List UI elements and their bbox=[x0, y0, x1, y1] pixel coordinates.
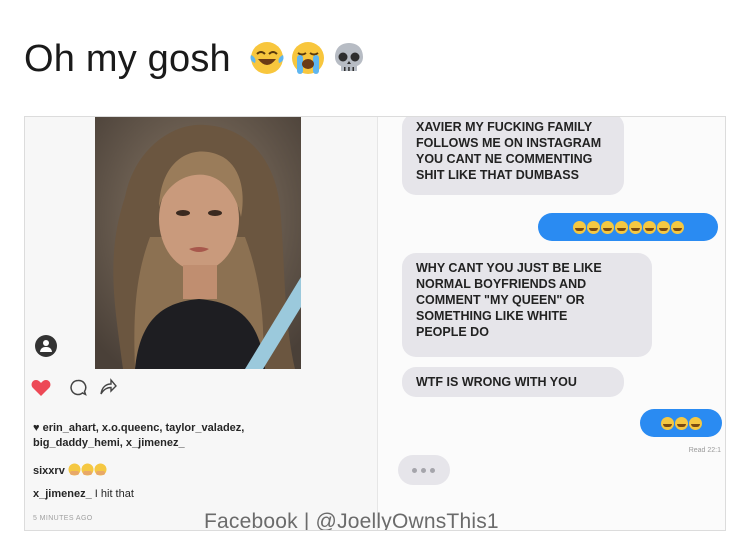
received-message-1: XAVIER MY FUCKING FAMILY FOLLOWS ME ON I… bbox=[402, 117, 624, 195]
laughing-emoji-icon bbox=[572, 220, 586, 234]
laughing-emoji-icon bbox=[660, 416, 674, 430]
laughing-emoji-icon bbox=[674, 416, 688, 430]
comment-2: x_jimenez_ I hit that bbox=[33, 488, 134, 500]
laughing-tears-emoji-icon bbox=[250, 42, 284, 74]
message-line: SOMETHING LIKE WHITE bbox=[416, 309, 568, 323]
message-line: FOLLOWS ME ON INSTAGRAM bbox=[416, 136, 602, 150]
likers-line-1[interactable]: erin_ahart, x.o.queenc, taylor_valadez, bbox=[43, 422, 245, 434]
message-line: SHIT LIKE THAT DUMBASS bbox=[416, 168, 579, 182]
laughing-emoji-icon bbox=[642, 220, 656, 234]
post-actions bbox=[31, 377, 151, 401]
screenshot-collage: ♥ erin_ahart, x.o.queenc, taylor_valadez… bbox=[24, 116, 726, 531]
typing-indicator bbox=[398, 455, 450, 485]
message-line: WHY CANT YOU JUST BE LIKE bbox=[416, 261, 602, 275]
comment-2-user[interactable]: x_jimenez_ bbox=[33, 488, 92, 500]
sent-emoji-message-1 bbox=[538, 213, 718, 241]
post-caption: Oh my gosh bbox=[24, 38, 231, 80]
laughing-emoji-icon bbox=[628, 220, 642, 234]
skull-emoji-icon bbox=[335, 43, 363, 71]
laughing-emoji-icon bbox=[656, 220, 670, 234]
message-line: COMMENT "MY QUEEN" OR bbox=[416, 293, 585, 307]
heart-icon[interactable] bbox=[31, 379, 51, 397]
crying-emoji-icon bbox=[292, 42, 324, 74]
message-line: XAVIER MY FUCKING FAMILY bbox=[416, 120, 593, 134]
laughing-emoji-icon bbox=[600, 220, 614, 234]
hands-over-mouth-emoji-icon bbox=[68, 463, 107, 476]
comment-1-user[interactable]: sixxrv bbox=[33, 465, 65, 477]
comment-2-text: I hit that bbox=[94, 488, 134, 500]
message-line: YOU CANT NE COMMENTING bbox=[416, 152, 593, 166]
post-timestamp: 5 MINUTES AGO bbox=[33, 515, 93, 522]
profile-avatar-icon[interactable] bbox=[35, 335, 57, 357]
post-photo bbox=[95, 117, 301, 369]
received-message-2: WHY CANT YOU JUST BE LIKE NORMAL BOYFRIE… bbox=[402, 253, 652, 357]
comment-icon[interactable] bbox=[69, 379, 87, 397]
laughing-emoji-icon bbox=[586, 220, 600, 234]
likes-line: ♥ erin_ahart, x.o.queenc, taylor_valadez… bbox=[33, 422, 244, 434]
laughing-emoji-icon bbox=[688, 416, 702, 430]
sent-emoji-message-2 bbox=[640, 409, 722, 437]
message-line: PEOPLE DO bbox=[416, 325, 489, 339]
likes-heart-icon: ♥ bbox=[33, 422, 40, 434]
read-receipt: Read 22:1 bbox=[688, 447, 721, 454]
received-message-3: WTF IS WRONG WITH YOU bbox=[402, 367, 624, 397]
imessage-thread: XAVIER MY FUCKING FAMILY FOLLOWS ME ON I… bbox=[378, 117, 725, 530]
watermark: Facebook | @JoellyOwnsThis1 bbox=[204, 510, 499, 531]
comment-1: sixxrv bbox=[33, 463, 108, 477]
instagram-post: ♥ erin_ahart, x.o.queenc, taylor_valadez… bbox=[25, 117, 377, 530]
message-line: NORMAL BOYFRIENDS AND bbox=[416, 277, 587, 291]
laughing-emoji-icon bbox=[670, 220, 684, 234]
laughing-emoji-icon bbox=[614, 220, 628, 234]
share-icon[interactable] bbox=[99, 378, 117, 396]
likers-line-2[interactable]: big_daddy_hemi, x_jimenez_ bbox=[33, 437, 185, 449]
